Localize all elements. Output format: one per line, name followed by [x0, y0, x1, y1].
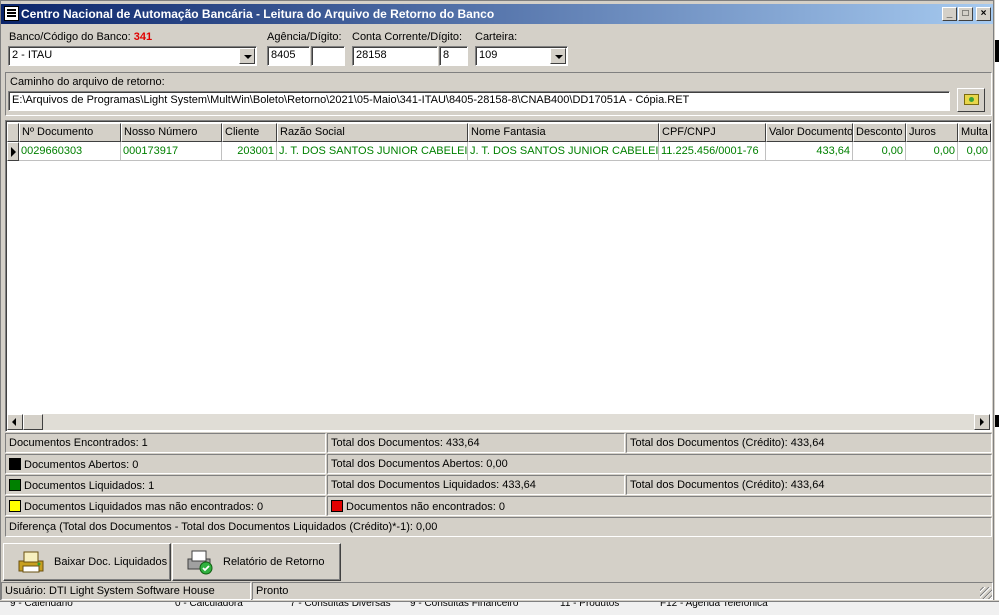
title-bar[interactable]: Centro Nacional de Automação Bancária - …: [1, 4, 993, 24]
status-bar: Usuário: DTI Light System Software House…: [1, 582, 993, 600]
bank-label: Banco/Código do Banco: 341: [9, 31, 152, 43]
horizontal-scrollbar[interactable]: [7, 414, 990, 430]
background-window-edge: [995, 0, 999, 600]
background-taskbar: 9 - Calendário 0 - Calculadora 7 - Consu…: [0, 601, 999, 615]
agency-digit-input[interactable]: [311, 46, 345, 66]
bank-select[interactable]: 2 - ITAU: [8, 46, 257, 66]
wallet-select-value: 109: [479, 49, 498, 61]
baixar-button-label: Baixar Doc. Liquidados: [54, 556, 168, 568]
taskbar-item[interactable]: 7 - Consultas Diversas: [290, 602, 391, 609]
grid-header: Nº Documento Nosso Número Cliente Razão …: [7, 123, 991, 142]
taskbar-item[interactable]: 9 - Calendário: [10, 602, 73, 609]
relatorio-button-label: Relatório de Retorno: [223, 556, 325, 568]
scroll-right-icon[interactable]: [974, 414, 990, 430]
account-label: Conta Corrente/Dígito:: [352, 31, 463, 43]
cell-razao-social[interactable]: J. T. DOS SANTOS JUNIOR CABELEIREIRO: [277, 142, 468, 161]
path-input[interactable]: E:\Arquivos de Programas\Light System\Mu…: [8, 91, 950, 111]
documents-grid[interactable]: Nº Documento Nosso Número Cliente Razão …: [5, 120, 992, 432]
scroll-left-icon[interactable]: [7, 414, 23, 430]
cell-juros[interactable]: 0,00: [906, 142, 958, 161]
wallet-label: Carteira:: [475, 31, 518, 43]
minimize-button[interactable]: _: [942, 7, 957, 21]
summary-nao-encontrados: Documentos não encontrados: 0: [327, 496, 992, 516]
cell-cliente[interactable]: 203001: [222, 142, 277, 161]
summary-diferenca: Diferença (Total dos Documentos - Total …: [5, 517, 992, 537]
agency-input[interactable]: 8405: [267, 46, 310, 66]
app-icon[interactable]: [4, 6, 19, 21]
summary-total-liquidados: Total dos Documentos Liquidados: 433,64: [327, 475, 625, 495]
summary-abertos: Documentos Abertos: 0: [5, 454, 326, 474]
main-window: Centro Nacional de Automação Bancária - …: [0, 0, 994, 600]
background-edge-mark: [995, 40, 999, 62]
summary-total-abertos: Total dos Documentos Abertos: 0,00: [327, 454, 992, 474]
summary-liquidados: Documentos Liquidados: 1: [5, 475, 326, 495]
wallet-select[interactable]: 109: [475, 46, 568, 66]
cell-valor[interactable]: 433,64: [766, 142, 853, 161]
cell-nosso-numero[interactable]: 000173917: [121, 142, 222, 161]
liquidados-swatch: [9, 479, 21, 491]
maximize-button[interactable]: □: [958, 7, 973, 21]
cell-multa[interactable]: 0,00: [958, 142, 991, 161]
col-juros[interactable]: Juros: [906, 123, 958, 142]
col-multa[interactable]: Multa: [958, 123, 991, 142]
status-state: Pronto: [252, 582, 993, 600]
path-label: Caminho do arquivo de retorno:: [10, 76, 165, 88]
chevron-down-icon[interactable]: [550, 48, 566, 64]
col-desconto[interactable]: Desconto: [853, 123, 906, 142]
baixar-button[interactable]: Baixar Doc. Liquidados: [3, 543, 171, 581]
close-button[interactable]: ×: [976, 7, 991, 21]
relatorio-button[interactable]: Relatório de Retorno: [172, 543, 341, 581]
cell-nome-fantasia[interactable]: J. T. DOS SANTOS JUNIOR CABELEIREIRO: [468, 142, 659, 161]
folder-open-icon: [964, 94, 979, 105]
nao-encontrados-swatch: [331, 500, 343, 512]
bank-select-value: 2 - ITAU: [12, 49, 53, 61]
report-printer-icon: [187, 550, 213, 575]
summary-encontrados: Documentos Encontrados: 1: [5, 433, 326, 453]
cell-desconto[interactable]: 0,00: [853, 142, 906, 161]
col-nome-fantasia[interactable]: Nome Fantasia: [468, 123, 659, 142]
status-user: Usuário: DTI Light System Software House: [1, 582, 251, 600]
bank-code: 341: [133, 31, 153, 43]
row-indicator-icon: [7, 142, 19, 161]
scroll-thumb[interactable]: [23, 414, 43, 430]
col-cliente[interactable]: Cliente: [222, 123, 277, 142]
liquidados-text: Documentos Liquidados: 1: [24, 480, 155, 492]
liq-nao-encontrados-text: Documentos Liquidados mas não encontrado…: [24, 501, 264, 513]
col-valor[interactable]: Valor Documento: [766, 123, 853, 142]
cell-cpf-cnpj[interactable]: 11.225.456/0001-76: [659, 142, 766, 161]
account-digit-input[interactable]: 8: [439, 46, 468, 66]
header-indicator: [7, 123, 19, 142]
summary-total-credito: Total dos Documentos (Crédito): 433,64: [626, 433, 992, 453]
col-documento[interactable]: Nº Documento: [19, 123, 121, 142]
background-edge-mark: [995, 415, 999, 427]
abertos-text: Documentos Abertos: 0: [24, 459, 139, 471]
taskbar-item[interactable]: 0 - Calculadora: [175, 602, 243, 609]
window-title: Centro Nacional de Automação Bancária - …: [21, 7, 495, 21]
summary-total-docs: Total dos Documentos: 433,64: [327, 433, 625, 453]
taskbar-item[interactable]: 9 - Consultas Financeiro: [410, 602, 518, 609]
summary-liq-nao-encontrados: Documentos Liquidados mas não encontrado…: [5, 496, 326, 516]
printer-icon: [18, 551, 44, 573]
col-nosso-numero[interactable]: Nosso Número: [121, 123, 222, 142]
taskbar-item[interactable]: F12 - Agenda Telefônica: [660, 602, 768, 609]
browse-button[interactable]: [957, 88, 985, 112]
abertos-swatch: [9, 458, 21, 470]
taskbar-item[interactable]: 11 - Produtos: [560, 602, 619, 609]
cell-documento[interactable]: 0029660303: [19, 142, 121, 161]
nao-encontrados-text: Documentos não encontrados: 0: [346, 501, 505, 513]
table-row[interactable]: 0029660303 000173917 203001 J. T. DOS SA…: [7, 142, 991, 161]
resize-grip-icon[interactable]: [980, 587, 992, 599]
bank-label-text: Banco/Código do Banco:: [9, 31, 131, 43]
liq-nao-encontrados-swatch: [9, 500, 21, 512]
col-cpf-cnpj[interactable]: CPF/CNPJ: [659, 123, 766, 142]
chevron-down-icon[interactable]: [239, 48, 255, 64]
account-input[interactable]: 28158: [352, 46, 438, 66]
agency-label: Agência/Dígito:: [267, 31, 342, 43]
col-razao-social[interactable]: Razão Social: [277, 123, 468, 142]
summary-total-credito-2: Total dos Documentos (Crédito): 433,64: [626, 475, 992, 495]
